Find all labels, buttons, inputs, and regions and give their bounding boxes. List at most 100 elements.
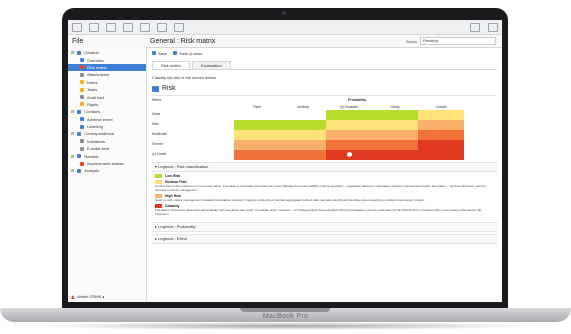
collapse-icon[interactable]: ⊟	[71, 50, 74, 55]
legend-effect-toggle[interactable]: ▸ Legends : Effect	[152, 234, 497, 244]
collapse-icon[interactable]: ⊟	[71, 168, 74, 173]
user-menu[interactable]: Admin CRMS ▴	[71, 294, 104, 299]
sidebar-item-invitations[interactable]: Invitations	[68, 138, 146, 145]
screen-bezel: File General : Risk matrix Status Pendin…	[62, 8, 508, 308]
legend-item: High Risk Need to notify senior managemen…	[155, 194, 494, 202]
user-icon[interactable]	[470, 22, 480, 32]
sidebar-item-adverse-event[interactable]: Adverse event	[68, 116, 146, 123]
matrix-cell[interactable]	[326, 110, 372, 120]
sidebar-item-attachments[interactable]: Attachments	[68, 71, 146, 78]
save-close-button[interactable]: Save & close	[173, 51, 202, 56]
matrix-cell[interactable]	[372, 140, 418, 150]
status-label: Status	[405, 38, 417, 44]
matrix-cell[interactable]	[280, 150, 326, 160]
sidebar-item-analysis[interactable]: ⊟ Analysis	[68, 167, 146, 174]
legend-description: Need to notify senior management. Detail…	[155, 198, 425, 202]
row-label: None	[152, 112, 161, 116]
legend-classification-toggle[interactable]: ▾ Legends : Risk classification	[152, 162, 497, 172]
help-icon[interactable]	[174, 22, 184, 32]
collapse-icon[interactable]: ⊟	[71, 154, 74, 159]
risk-heading: Risk	[152, 85, 497, 92]
matrix-cell[interactable]	[418, 140, 464, 150]
new-icon[interactable]	[89, 22, 99, 32]
nav-icon	[80, 102, 84, 107]
search-icon[interactable]	[123, 22, 133, 32]
nav-icon	[80, 161, 84, 166]
status-select[interactable]: Pending	[420, 37, 496, 45]
nav-icon	[80, 139, 84, 144]
collapse-icon[interactable]: ⊟	[71, 109, 74, 114]
sidebar-item-e-mails-sent[interactable]: E-mails sent	[68, 145, 146, 152]
matrix-cell[interactable]	[418, 130, 464, 140]
effect-label: Effect	[152, 98, 161, 102]
user-name: Admin CRMS ▴	[77, 294, 105, 299]
device-brand: MacBook Pro	[262, 313, 309, 320]
nav-icon	[80, 80, 84, 85]
sidebar-item-overview[interactable]: Overview	[68, 56, 146, 63]
legend-item: Low Risk	[155, 174, 494, 178]
risk-icon	[152, 85, 159, 92]
sidebar-item-tasks[interactable]: Tasks	[68, 86, 146, 93]
sidebar-item-contacts[interactable]: ⊟ Contacts	[68, 108, 146, 115]
column-label: Likely	[390, 105, 400, 109]
matrix-cell[interactable]	[326, 140, 372, 150]
save-button[interactable]: Save	[152, 51, 167, 56]
sidebar-item-label: Overview	[87, 57, 104, 63]
row-label: Moderate	[152, 132, 167, 136]
matrix-cell[interactable]	[326, 150, 372, 160]
matrix-cell[interactable]	[234, 110, 280, 120]
sidebar-item-improvement-actions[interactable]: Improvement actions	[68, 160, 146, 167]
nav-icon	[77, 131, 82, 136]
matrix-cell[interactable]	[326, 120, 372, 130]
column-label: Rare	[253, 105, 261, 109]
matrix-cell[interactable]	[372, 110, 418, 120]
matrix-cell[interactable]	[372, 120, 418, 130]
nav-icon	[80, 124, 84, 129]
grid-icon[interactable]	[140, 22, 150, 32]
matrix-cell[interactable]	[280, 120, 326, 130]
sidebar-item-notes[interactable]: Notes	[68, 79, 146, 86]
tab-explanation[interactable]: Explanation	[191, 61, 231, 69]
collapse-icon[interactable]: ⊟	[71, 131, 74, 136]
matrix-cell[interactable]	[234, 140, 280, 150]
legend-probability-toggle[interactable]: ▸ Legends : Probability	[152, 222, 497, 232]
matrix-cell[interactable]	[234, 150, 280, 160]
matrix-cell[interactable]	[418, 110, 464, 120]
report-icon[interactable]	[157, 22, 167, 32]
sidebar-item-general[interactable]: ⊟ General	[68, 49, 146, 56]
matrix-cell[interactable]	[326, 130, 372, 140]
matrix-cell[interactable]	[418, 150, 464, 160]
sidebar-item-correspondence[interactable]: ⊟ Correspondence	[68, 130, 146, 137]
legend-name: Low Risk	[165, 174, 181, 178]
matrix-cell[interactable]	[372, 150, 418, 160]
row-label: Mild	[152, 122, 159, 126]
matrix-cell[interactable]	[280, 140, 326, 150]
legend-item: Calamity The Board of Directors have been…	[155, 204, 494, 216]
matrix-cell[interactable]	[234, 120, 280, 130]
tab-risk-matrix[interactable]: Risk matrix	[152, 61, 190, 69]
sidebar-item-label: Invitations	[87, 138, 106, 144]
save-close-icon	[173, 51, 178, 55]
sidebar-item-labelling[interactable]: Labelling	[68, 123, 146, 130]
sidebar-item-audit-trail[interactable]: Audit trail	[68, 93, 146, 100]
home-icon[interactable]	[72, 22, 82, 32]
selected-marker-icon	[346, 152, 352, 158]
sidebar-item-label: Notes	[87, 79, 98, 85]
matrix-cell[interactable]	[418, 120, 464, 130]
matrix-cell[interactable]	[280, 110, 326, 120]
sidebar-item-related[interactable]: ⊟ Related	[68, 152, 146, 159]
legend-effect-label: Legends : Effect	[158, 236, 187, 241]
sidebar-item-rights[interactable]: Rights	[68, 101, 146, 108]
matrix-cell[interactable]	[372, 130, 418, 140]
sidebar-item-label: Contacts	[84, 109, 101, 115]
gear-icon[interactable]	[488, 22, 498, 32]
sidebar-item-risk-matrix[interactable]: Risk matrix	[68, 63, 146, 72]
nav-icon	[77, 154, 82, 159]
nav-icon	[80, 95, 84, 100]
nav-icon	[77, 109, 82, 114]
matrix-header: Effect Probability Rare Unlikely (x) Possi…	[152, 96, 497, 110]
main-panel: Save Save & close Risk matrix Explanatio…	[147, 47, 502, 302]
matrix-cell[interactable]	[280, 130, 326, 140]
list-icon[interactable]	[106, 22, 116, 32]
matrix-cell[interactable]	[234, 130, 280, 140]
